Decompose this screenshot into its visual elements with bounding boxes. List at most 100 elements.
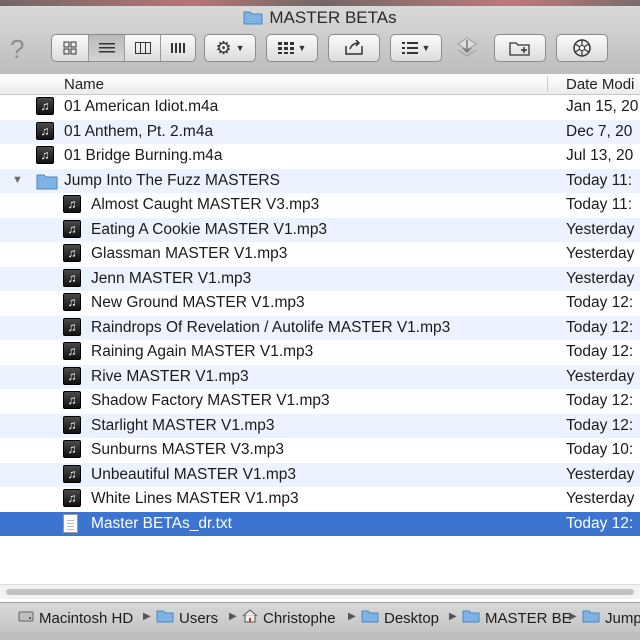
file-name: Unbeautiful MASTER V1.mp3 — [91, 465, 297, 483]
file-name: 01 Bridge Burning.m4a — [64, 147, 223, 164]
disclosure-triangle-icon[interactable]: ▼ — [12, 174, 23, 186]
file-name: Almost Caught MASTER V3.mp3 — [91, 196, 320, 213]
file-row[interactable]: ♫ Rive MASTER V1.mp3 Yesterday — [0, 364, 640, 389]
share-icon — [345, 40, 363, 55]
folder-icon — [156, 609, 174, 627]
path-item[interactable]: MASTER BE — [462, 609, 572, 627]
music-file-icon: ♫ — [63, 317, 81, 336]
music-file-icon: ♫ — [63, 366, 81, 385]
path-separator-icon: ▶ — [348, 611, 356, 622]
file-name: Jenn MASTER V1.mp3 — [91, 269, 252, 287]
dropbox-icon[interactable] — [454, 36, 480, 65]
file-date-modified: Today 12: — [566, 343, 634, 360]
folder-icon — [462, 609, 480, 627]
file-row[interactable]: ♫ Starlight MASTER V1.mp3 Today 12: — [0, 413, 640, 438]
music-file-icon: ♫ — [63, 391, 81, 409]
music-file-icon: ♫ — [63, 195, 81, 213]
file-date-modified: Yesterday — [566, 490, 635, 507]
music-file-icon: ♫ — [63, 464, 81, 483]
file-row[interactable]: ♫ 01 Anthem, Pt. 2.m4a Dec 7, 20 — [0, 119, 640, 144]
file-name: Starlight MASTER V1.mp3 — [91, 416, 275, 434]
window-title: MASTER BETAs — [0, 8, 640, 28]
file-row[interactable]: ♫ Sunburns MASTER V3.mp3 Today 10: — [0, 438, 640, 463]
file-row[interactable]: ♫ 01 American Idiot.m4a Jan 15, 20 — [0, 95, 640, 120]
path-item[interactable]: Desktop — [361, 609, 439, 627]
music-file-icon: ♫ — [63, 342, 81, 360]
file-row[interactable]: ♫ 01 Bridge Burning.m4a Jul 13, 20 — [0, 144, 640, 169]
new-folder-button[interactable] — [494, 34, 546, 62]
file-row[interactable]: Master BETAs_dr.txt Today 12: — [0, 511, 640, 536]
file-row[interactable]: ♫ New Ground MASTER V1.mp3 Today 12: — [0, 291, 640, 316]
column-view-button[interactable] — [124, 35, 161, 61]
name-column-header[interactable]: Name — [64, 76, 104, 93]
share-button-content — [329, 35, 379, 61]
file-row[interactable]: ♫ Jenn MASTER V1.mp3 Yesterday — [0, 266, 640, 291]
file-date-modified: Yesterday — [566, 367, 635, 385]
arrange-menu-button[interactable]: ▼ — [266, 34, 318, 62]
file-name: Rive MASTER V1.mp3 — [91, 367, 249, 385]
horizontal-scrollbar[interactable] — [0, 584, 640, 599]
file-list: ♫ 01 American Idiot.m4a Jan 15, 20 ♫ 01 Anth… — [0, 95, 640, 536]
file-name: Raining Again MASTER V1.mp3 — [91, 343, 314, 360]
music-file-icon: ♫ — [63, 244, 81, 262]
file-date-modified: Today 12: — [566, 318, 634, 336]
file-row[interactable]: ♫ Raindrops Of Revelation / Autolife MAST… — [0, 315, 640, 340]
file-name: Jump Into The Fuzz MASTERS — [64, 171, 280, 189]
file-row[interactable]: ♫ Raining Again MASTER V1.mp3 Today 12: — [0, 340, 640, 365]
music-file-icon: ♫ — [63, 293, 81, 311]
path-bar: Macintosh HD ▶ Users ▶ Christophe ▶ Desktop ▶ MA… — [0, 602, 640, 633]
column-header: Name Date Modi — [0, 74, 640, 95]
file-date-modified: Today 12: — [566, 294, 634, 311]
path-item-label: Macintosh HD — [39, 609, 134, 627]
cover-flow-view-button[interactable] — [160, 35, 196, 61]
file-name: Shadow Factory MASTER V1.mp3 — [91, 392, 330, 409]
view-mode-control — [51, 34, 196, 62]
list-sort-icon — [401, 42, 418, 54]
arrange-grid-icon — [277, 42, 294, 54]
question-icon[interactable]: ? — [10, 34, 24, 65]
path-item-label: Users — [179, 609, 219, 627]
music-file-icon: ♫ — [63, 268, 81, 287]
chevron-down-icon: ▼ — [297, 43, 307, 53]
file-name: 01 Anthem, Pt. 2.m4a — [64, 122, 214, 140]
file-row[interactable]: ♫ Glassman MASTER V1.mp3 Yesterday — [0, 242, 640, 267]
icon-view-button[interactable] — [52, 35, 88, 61]
music-file-icon: ♫ — [63, 440, 81, 458]
burn-button[interactable] — [556, 34, 608, 62]
scrollbar-thumb[interactable] — [6, 589, 634, 595]
file-row[interactable]: ♫ Shadow Factory MASTER V1.mp3 Today 12: — [0, 389, 640, 414]
path-item[interactable]: Jump — [582, 609, 640, 627]
file-name: Eating A Cookie MASTER V1.mp3 — [91, 220, 328, 238]
music-file-icon: ♫ — [36, 97, 54, 115]
music-file-icon: ♫ — [63, 489, 81, 507]
date-modified-column-header[interactable]: Date Modi — [566, 76, 634, 93]
file-date-modified: Dec 7, 20 — [566, 122, 633, 140]
path-item[interactable]: Christophe — [242, 609, 336, 627]
path-item[interactable]: Users — [156, 609, 218, 627]
hard-drive-icon — [18, 609, 34, 627]
column-divider[interactable] — [547, 76, 548, 92]
file-date-modified: Today 12: — [566, 514, 634, 532]
share-button[interactable] — [328, 34, 380, 62]
action-menu-button[interactable]: ⚙ ▼ — [204, 34, 256, 62]
burn-icon — [573, 39, 591, 57]
file-date-modified: Today 12: — [566, 416, 634, 434]
path-separator-icon: ▶ — [143, 611, 151, 622]
folder-row[interactable]: ▼ Jump Into The Fuzz MASTERS Today 11: — [0, 168, 640, 193]
music-file-icon: ♫ — [36, 121, 54, 140]
gear-icon: ⚙ — [215, 37, 232, 58]
sort-menu-button[interactable]: ▼ — [390, 34, 442, 62]
column-view-icon — [135, 42, 151, 54]
chevron-down-icon: ▼ — [235, 43, 245, 53]
file-row[interactable]: ♫ Almost Caught MASTER V3.mp3 Today 11: — [0, 193, 640, 218]
file-row[interactable]: ♫ White Lines MASTER V1.mp3 Yesterday — [0, 487, 640, 512]
list-view-button[interactable] — [88, 35, 125, 61]
text-document-icon — [63, 513, 78, 533]
sort-menu-content: ▼ — [391, 35, 441, 61]
file-row[interactable]: ♫ Unbeautiful MASTER V1.mp3 Yesterday — [0, 462, 640, 487]
file-name: White Lines MASTER V1.mp3 — [91, 490, 299, 507]
file-row[interactable]: ♫ Eating A Cookie MASTER V1.mp3 Yesterday — [0, 217, 640, 242]
path-item[interactable]: Macintosh HD — [18, 609, 133, 627]
file-name: 01 American Idiot.m4a — [64, 98, 219, 115]
window-toolbar: MASTER BETAs ? ⚙ ▼ ▼ ▼ — [0, 0, 640, 75]
